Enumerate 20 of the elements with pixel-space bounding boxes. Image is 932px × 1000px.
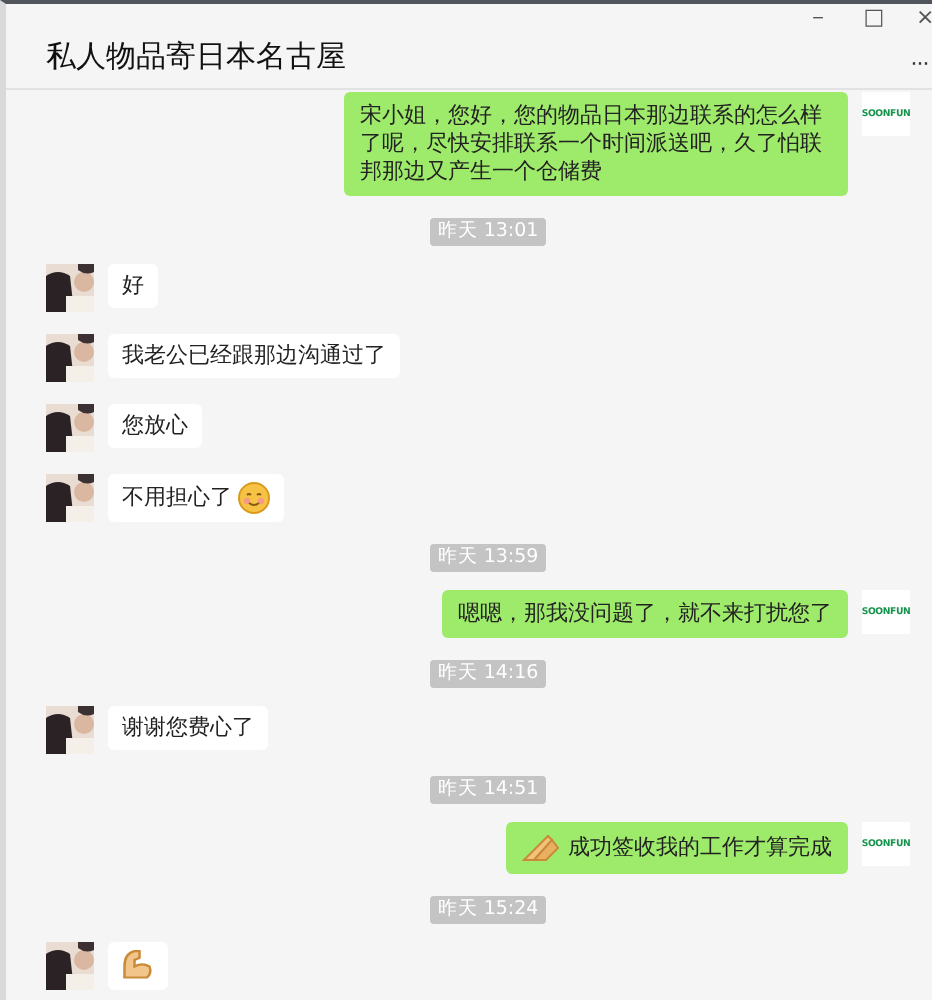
- timestamp: 昨天 14:51: [429, 776, 547, 804]
- timestamp: 昨天 15:24: [429, 896, 547, 924]
- message-text: 您放心: [122, 412, 188, 440]
- close-button[interactable]: ×: [916, 4, 932, 32]
- timestamp: 昨天 13:01: [429, 218, 547, 246]
- minimize-button[interactable]: －: [804, 4, 832, 32]
- more-button[interactable]: ···: [910, 48, 932, 76]
- message-text: 宋小姐，您好，您的物品日本那边联系的怎么样了呢，尽快安排联系一个时间派送吧，久了怕联邦那边又产生一个仓储费: [360, 102, 824, 186]
- timestamp: 昨天 13:59: [429, 544, 547, 572]
- chat-title: 私人物品寄日本名古屋: [46, 37, 346, 75]
- message-text: 嗯嗯，那我没问题了，就不来打扰您了: [458, 600, 832, 628]
- timestamp: 昨天 14:16: [429, 660, 547, 688]
- message-text: 不用担心了: [122, 484, 232, 512]
- flexed-arm-icon: [122, 950, 154, 982]
- message-text: 好: [122, 272, 144, 300]
- message-text: 成功签收我的工作才算完成: [568, 834, 832, 862]
- message-text: 谢谢您费心了: [122, 714, 254, 742]
- smiley-icon: [238, 482, 270, 514]
- message-text: 我老公已经跟那边沟通过了: [122, 342, 386, 370]
- maximize-button[interactable]: □: [860, 4, 888, 32]
